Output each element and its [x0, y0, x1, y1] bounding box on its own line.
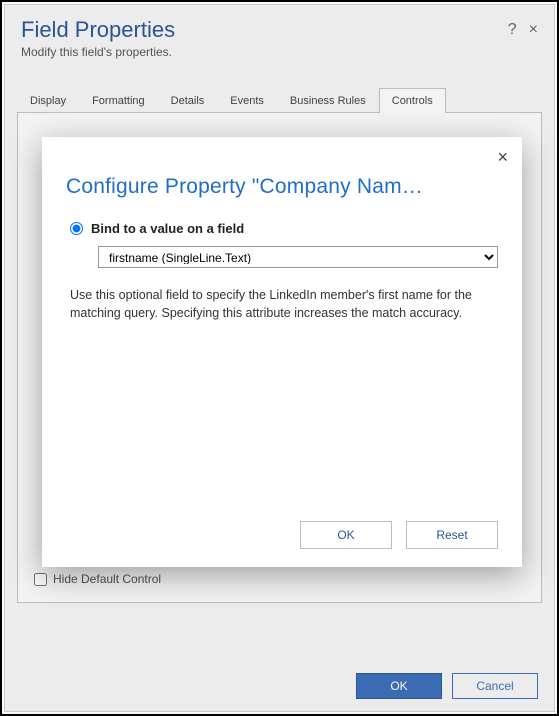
field-select-wrap: firstname (SingleLine.Text): [98, 246, 498, 268]
close-icon[interactable]: ×: [497, 147, 508, 168]
modal-footer: OK Reset: [66, 521, 498, 549]
bind-radio-row: Bind to a value on a field: [70, 221, 498, 236]
modal-title: Configure Property "Company Nam…: [66, 175, 498, 199]
bind-radio-label: Bind to a value on a field: [91, 221, 244, 236]
bind-radio[interactable]: [70, 222, 83, 235]
modal-ok-button[interactable]: OK: [300, 521, 392, 549]
modal-reset-button[interactable]: Reset: [406, 521, 498, 549]
property-description: Use this optional field to specify the L…: [70, 286, 494, 322]
configure-property-modal: × Configure Property "Company Nam… Bind …: [42, 137, 522, 567]
modal-overlay: × Configure Property "Company Nam… Bind …: [2, 2, 557, 714]
field-select[interactable]: firstname (SingleLine.Text): [98, 246, 498, 268]
